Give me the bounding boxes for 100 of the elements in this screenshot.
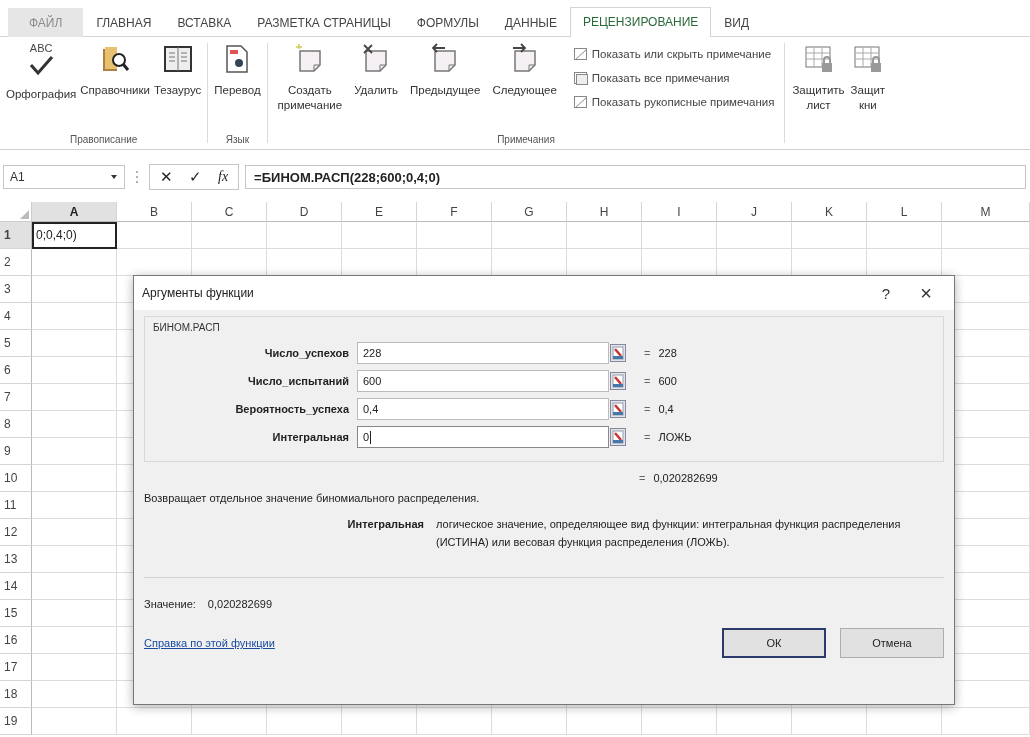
argument-description: логическое значение, определяющее вид функции: интегральная функция распределения (ИСТИНА) или весовая функция распределения (ЛОЖЬ). (436, 517, 902, 550)
argument-field[interactable]: 0,4 (357, 398, 609, 420)
formula-field[interactable]: =БИНОМ.РАСП(228;600;0,4;0) (245, 165, 1026, 189)
ribbon-tab[interactable]: РАЗМЕТКА СТРАНИЦЫ (244, 8, 404, 37)
column-header[interactable]: A (32, 202, 117, 222)
row-header[interactable]: 2 (0, 249, 32, 276)
ribbon-button[interactable]: Защит кни (847, 37, 889, 149)
cancel-button[interactable]: ✕ (160, 168, 173, 186)
dropdown-icon (110, 174, 118, 180)
value-label: Значение: (144, 598, 196, 610)
dialog-button[interactable]: Отмена (840, 628, 944, 658)
row-header[interactable]: 16 (0, 627, 32, 654)
group-label: Правописание (70, 134, 138, 147)
range-select-icon[interactable] (610, 344, 626, 362)
argument-result: ЛОЖЬ (658, 431, 692, 443)
ribbon-button[interactable]: Защитить лист (789, 37, 848, 149)
range-select-icon[interactable] (610, 428, 626, 446)
value-text: 0,020282699 (207, 598, 273, 610)
argument-result: 0,4 (658, 403, 674, 415)
open-book-icon (161, 43, 194, 75)
ribbon-tab[interactable]: ВИД (711, 8, 763, 37)
ribbon-button[interactable]: Удалить (348, 37, 405, 134)
help-link[interactable]: Справка по этой функции (144, 637, 708, 649)
row-header[interactable]: 12 (0, 519, 32, 546)
name-box[interactable]: A1 (3, 165, 125, 189)
row-header[interactable]: 15 (0, 600, 32, 627)
argument-label: Число_успехов (263, 347, 350, 359)
row-header[interactable]: 7 (0, 384, 32, 411)
function-description: Возвращает отдельное значение биномиального распределения. (144, 492, 481, 504)
ribbon-button[interactable]: Следующее (486, 37, 563, 134)
column-header[interactable]: I (642, 202, 717, 222)
argument-result: 600 (658, 375, 677, 387)
row-header[interactable]: 1 (0, 222, 32, 249)
ribbon-button[interactable]: Справочники (78, 37, 152, 134)
dialog-button[interactable]: ОК (722, 628, 826, 658)
column-header[interactable]: C (192, 202, 267, 222)
row-header[interactable]: 17 (0, 654, 32, 681)
help-button[interactable]: ? (866, 284, 906, 302)
argument-field[interactable]: 0 (357, 426, 609, 448)
ribbon-tab[interactable]: ДАННЫЕ (491, 8, 570, 37)
column-header[interactable]: F (417, 202, 492, 222)
row-header[interactable]: 14 (0, 573, 32, 600)
column-header[interactable]: D (267, 202, 342, 222)
argument-result: 228 (658, 347, 677, 359)
column-header[interactable]: L (867, 202, 942, 222)
row-header[interactable]: 18 (0, 681, 32, 708)
lock-grid-icon (851, 43, 884, 75)
row-header[interactable]: 3 (0, 276, 32, 303)
ribbon-tab[interactable]: ВСТАВКА (164, 8, 245, 37)
close-button[interactable]: × (906, 281, 946, 305)
column-header[interactable]: G (492, 202, 567, 222)
column-header[interactable]: K (792, 202, 867, 222)
row-header[interactable]: 8 (0, 411, 32, 438)
function-name: БИНОМ.РАСП (153, 322, 220, 333)
ribbon-tab[interactable]: ГЛАВНАЯ (83, 8, 165, 37)
column-header[interactable]: E (342, 202, 417, 222)
grip-icon (135, 170, 139, 184)
column-header[interactable]: M (942, 202, 1030, 222)
lock-grid-icon (802, 43, 835, 75)
row-header[interactable]: 13 (0, 546, 32, 573)
enter-button[interactable]: ✓ (189, 168, 202, 186)
ribbon-button[interactable]: Показать рукописные примечания (572, 93, 775, 111)
equals-sign: = (644, 347, 651, 359)
argument-name: Интегральная (346, 518, 425, 532)
ribbon-button[interactable]: Показать или скрыть примечание (572, 45, 775, 63)
ribbon-tab[interactable]: РЕЦЕНЗИРОВАНИЕ (569, 7, 712, 37)
row-header[interactable]: 9 (0, 438, 32, 465)
range-select-icon[interactable] (610, 400, 626, 418)
equals-sign: = (639, 472, 646, 484)
argument-label: Число_испытаний (247, 375, 350, 387)
ribbon-tab[interactable]: ФОРМУЛЫ (403, 8, 492, 37)
ribbon-button[interactable]: Показать все примечания (572, 69, 775, 87)
argument-field[interactable]: 228 (357, 342, 609, 364)
argument-field[interactable]: 600 (357, 370, 609, 392)
row-header[interactable]: 5 (0, 330, 32, 357)
cell-text: 0;0,4;0) (35, 228, 77, 242)
comment-icon (572, 94, 589, 110)
row-header[interactable]: 19 (0, 708, 32, 735)
insert-function-button[interactable]: fx (218, 169, 229, 185)
row-header[interactable]: 4 (0, 303, 32, 330)
row-header[interactable]: 11 (0, 492, 32, 519)
equals-sign: = (644, 403, 651, 415)
row-header[interactable]: 10 (0, 465, 32, 492)
ribbon-button[interactable]: Тезаурус (152, 37, 204, 134)
function-result: 0,020282699 (653, 472, 718, 484)
range-select-icon[interactable] (610, 372, 626, 390)
ribbon-button[interactable]: Создать примечание (271, 37, 349, 134)
argument-label: Интегральная (271, 431, 350, 443)
column-header[interactable]: B (117, 202, 192, 222)
column-header[interactable]: H (567, 202, 642, 222)
ribbon-button[interactable]: Предыдущее (404, 37, 487, 134)
equals-sign: = (644, 375, 651, 387)
equals-sign: = (644, 431, 651, 443)
group-label: Язык (225, 134, 250, 147)
argument-label: Вероятность_успеха (234, 403, 351, 415)
ribbon-button[interactable]: ABC Орфография (4, 37, 79, 134)
group-label: Примечания (497, 134, 555, 147)
row-header[interactable]: 6 (0, 357, 32, 384)
ribbon-button[interactable]: Перевод (212, 37, 263, 134)
column-header[interactable]: J (717, 202, 792, 222)
